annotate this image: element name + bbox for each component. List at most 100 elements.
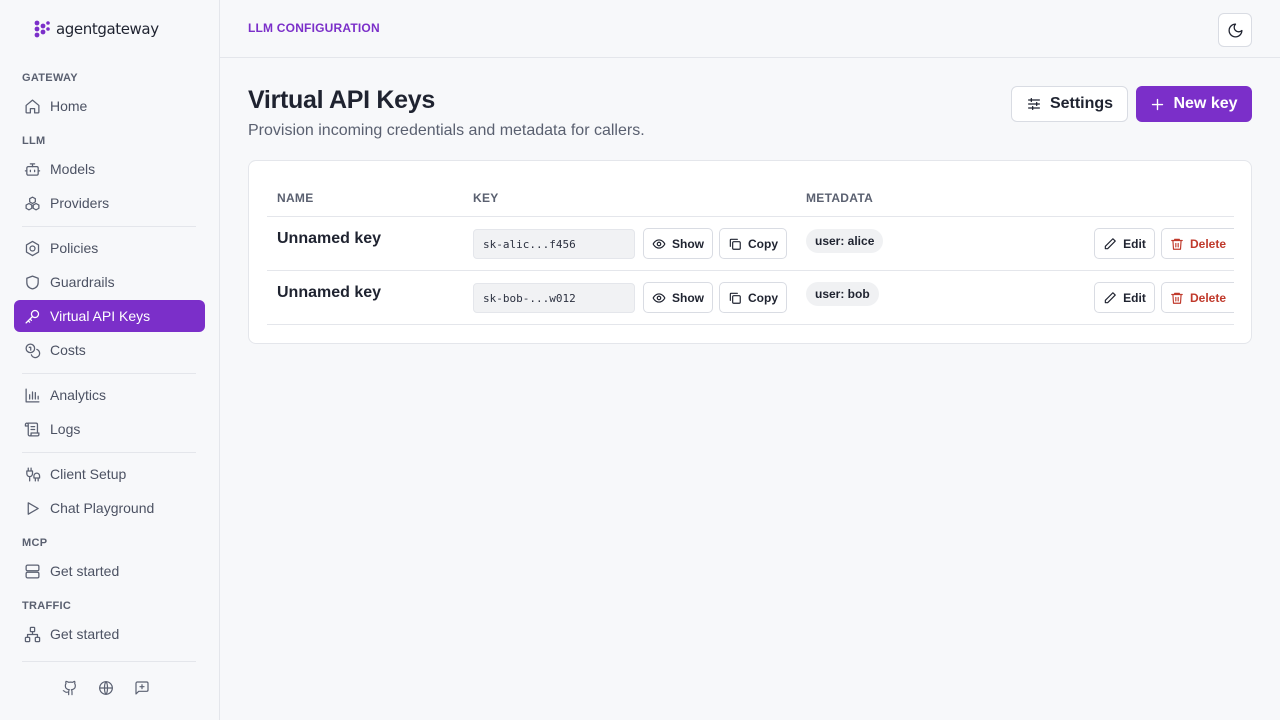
delete-button[interactable]: Delete (1161, 228, 1234, 259)
eye-icon (652, 291, 666, 305)
sidebar-item-analytics[interactable]: Analytics (14, 379, 205, 411)
sidebar-item-label: Chat Playground (50, 500, 155, 516)
sidebar-item-label: Costs (50, 342, 86, 358)
sidebar-item-label: Virtual API Keys (50, 308, 151, 324)
feedback-icon[interactable] (134, 680, 152, 698)
copy-key-button[interactable]: Copy (719, 282, 787, 313)
bot-icon (23, 160, 41, 178)
page-subtitle: Provision incoming credentials and metad… (248, 122, 645, 139)
sidebar-item-label: Policies (50, 240, 99, 256)
pencil-icon (1103, 237, 1117, 251)
globe-icon[interactable] (98, 680, 116, 698)
metadata-badge: user: bob (806, 282, 879, 306)
sidebar-item-label: Guardrails (50, 274, 115, 290)
sidebar-item-chat-playground[interactable]: Chat Playground (14, 492, 205, 524)
coins-icon (23, 341, 41, 359)
sidebar-footer (62, 680, 152, 698)
sidebar-item-guardrails[interactable]: Guardrails (14, 266, 205, 298)
section-label-gateway: GATEWAY (22, 72, 78, 84)
agentgateway-logo-icon (34, 20, 50, 38)
section-label-traffic: TRAFFIC (22, 600, 72, 612)
settings-label: Settings (1049, 95, 1114, 112)
sidebar-item-label: Home (50, 98, 88, 114)
table-row: Unnamed key sk-alic...f456 Show Copy use… (249, 217, 1251, 271)
sidebar-item-logs[interactable]: Logs (14, 413, 205, 445)
edit-label: Edit (1123, 290, 1146, 305)
column-header-metadata: METADATA (806, 191, 874, 205)
new-key-button[interactable]: New key (1136, 86, 1252, 122)
sidebar-item-home[interactable]: Home (14, 90, 205, 122)
delete-label: Delete (1189, 290, 1227, 305)
section-label-mcp: MCP (22, 537, 48, 549)
top-bar: LLM CONFIGURATION (220, 0, 1280, 58)
sidebar-item-providers[interactable]: Providers (14, 187, 205, 219)
plug-icon (23, 465, 41, 483)
sidebar: agentgateway GATEWAY Home LLM Models Pro… (0, 0, 220, 720)
policy-icon (23, 239, 41, 257)
moon-icon (1227, 22, 1244, 39)
show-key-button[interactable]: Show (643, 228, 713, 259)
page-title: Virtual API Keys (248, 86, 435, 114)
delete-button[interactable]: Delete (1161, 282, 1234, 313)
column-header-key: KEY (473, 191, 499, 205)
sidebar-item-label: Analytics (50, 387, 107, 403)
key-icon (23, 307, 41, 325)
show-label: Show (672, 236, 704, 251)
copy-label: Copy (748, 236, 778, 251)
breadcrumb: LLM CONFIGURATION (248, 21, 380, 35)
sidebar-item-label: Providers (50, 195, 110, 211)
sidebar-item-policies[interactable]: Policies (14, 232, 205, 264)
sidebar-item-mcp-get-started[interactable]: Get started (14, 555, 205, 587)
sidebar-item-traffic-get-started[interactable]: Get started (14, 618, 205, 650)
edit-label: Edit (1123, 236, 1146, 251)
trash-icon (1170, 237, 1184, 251)
sidebar-divider (22, 661, 196, 662)
copy-icon (728, 291, 742, 305)
sidebar-item-label: Client Setup (50, 466, 127, 482)
show-key-button[interactable]: Show (643, 282, 713, 313)
copy-icon (728, 237, 742, 251)
play-icon (23, 499, 41, 517)
new-key-label: New key (1173, 95, 1238, 112)
sidebar-item-label: Get started (50, 563, 120, 579)
sidebar-divider (22, 373, 196, 374)
sidebar-item-label: Models (50, 161, 96, 177)
eye-icon (652, 237, 666, 251)
metadata-badge: user: alice (806, 229, 884, 253)
sliders-icon (1026, 96, 1042, 112)
edit-button[interactable]: Edit (1094, 228, 1155, 259)
sidebar-item-virtual-api-keys[interactable]: Virtual API Keys (14, 300, 205, 332)
github-icon[interactable] (62, 680, 80, 698)
sidebar-item-costs[interactable]: Costs (14, 334, 205, 366)
brand-name: agentgateway (56, 20, 159, 38)
sidebar-item-label: Logs (50, 421, 81, 437)
sidebar-divider (22, 226, 196, 227)
show-label: Show (672, 290, 704, 305)
key-value: sk-alic...f456 (473, 229, 635, 259)
brand[interactable]: agentgateway (34, 20, 159, 38)
trash-icon (1170, 291, 1184, 305)
delete-label: Delete (1189, 236, 1227, 251)
sidebar-divider (22, 452, 196, 453)
sidebar-item-client-setup[interactable]: Client Setup (14, 458, 205, 490)
key-name: Unnamed key (277, 284, 382, 301)
key-value: sk-bob-...w012 (473, 283, 635, 313)
pencil-icon (1103, 291, 1117, 305)
copy-label: Copy (748, 290, 778, 305)
sidebar-item-label: Get started (50, 626, 120, 642)
plus-icon (1150, 97, 1165, 112)
column-header-name: NAME (277, 191, 314, 205)
row-divider (267, 324, 1234, 325)
edit-button[interactable]: Edit (1094, 282, 1155, 313)
table-row: Unnamed key sk-bob-...w012 Show Copy use… (249, 271, 1251, 325)
sidebar-item-models[interactable]: Models (14, 153, 205, 185)
copy-key-button[interactable]: Copy (719, 228, 787, 259)
server-icon (23, 562, 41, 580)
key-name: Unnamed key (277, 230, 382, 247)
keys-table-card: NAME KEY METADATA Unnamed key sk-alic...… (248, 160, 1252, 344)
bar-chart-icon (23, 386, 41, 404)
settings-button[interactable]: Settings (1011, 86, 1128, 122)
theme-toggle-button[interactable] (1218, 13, 1252, 47)
home-icon (23, 97, 41, 115)
boxes-icon (23, 194, 41, 212)
